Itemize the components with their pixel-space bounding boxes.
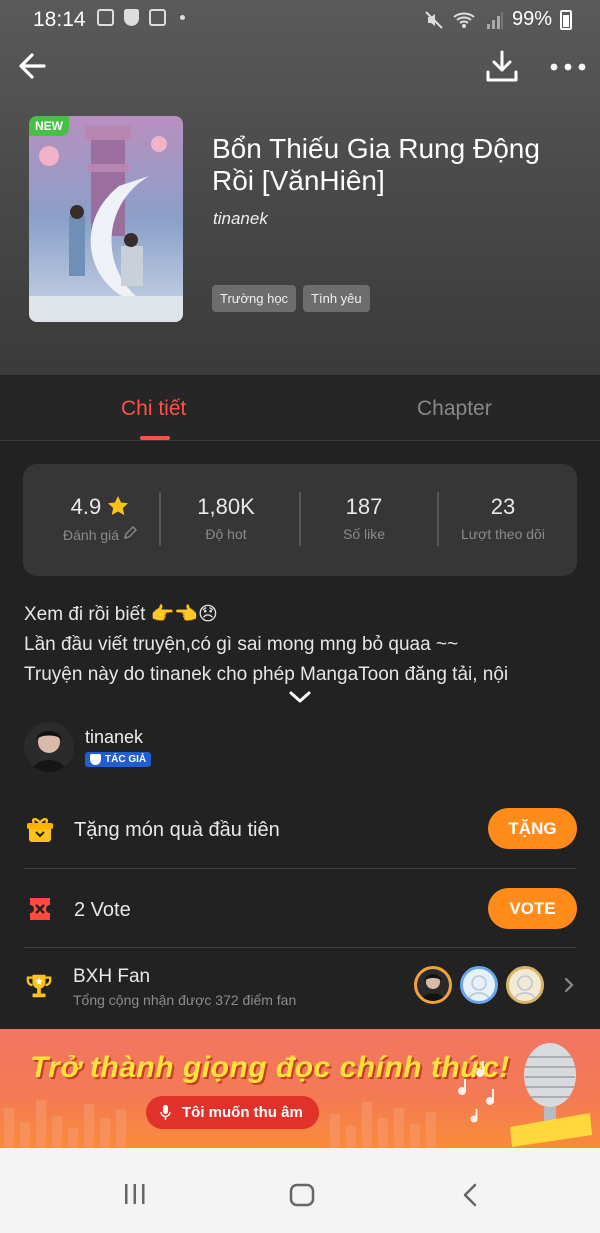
star-icon — [108, 496, 129, 516]
battery-icon — [560, 9, 572, 30]
status-notification-icons — [97, 9, 185, 26]
book-description[interactable]: Xem đi rồi biết 👉👈😞 Lần đầu viết truyện,… — [24, 600, 584, 690]
rating-label: Đánh giá — [63, 527, 120, 543]
signal-icon — [486, 11, 503, 29]
author-role-badge: TÁC GIẢ — [85, 752, 152, 767]
book-title: Bổn Thiếu Gia Rung Động Rồi [VănHiên] — [212, 133, 540, 196]
author-avatar-image — [24, 722, 74, 772]
stat-follows: 23 Lượt theo dõi — [434, 494, 572, 542]
rating-value: 4.9 — [70, 494, 102, 519]
voice-actor-banner[interactable]: Trở thành giọng đọc chính thức! Tôi muốn… — [0, 1029, 600, 1148]
book-header: 18:14 99% NEW Bổn Thiếu Gia Rung Động Rồ… — [0, 0, 600, 375]
follows-value: 23 — [490, 494, 516, 519]
default-avatar-icon — [514, 975, 536, 1000]
app-notification-icon — [149, 9, 166, 26]
tag-school[interactable]: Trường học — [212, 285, 297, 312]
description-line: Xem đi rồi biết 👉👈😞 — [24, 604, 218, 625]
microphone-icon — [160, 1105, 171, 1120]
top-fan-avatar-image — [417, 969, 449, 1001]
avatar[interactable] — [24, 722, 74, 772]
tab-details[interactable]: Chi tiết — [121, 397, 186, 421]
more-options-icon[interactable] — [546, 50, 590, 84]
avatar — [414, 966, 452, 1004]
wifi-icon — [453, 12, 475, 28]
divider — [24, 947, 577, 948]
avatar — [506, 966, 544, 1004]
avatar — [460, 966, 498, 1004]
fan-ranking-row[interactable]: BXH Fan Tổng cộng nhận được 372 điểm fan — [24, 966, 577, 1014]
system-navigation-bar — [0, 1148, 600, 1233]
stat-hot: 1,80K Độ hot — [157, 494, 295, 542]
hot-label: Độ hot — [205, 526, 247, 542]
fan-ranking-title: BXH Fan — [73, 966, 151, 987]
system-back-icon[interactable] — [461, 1182, 479, 1208]
status-bar: 18:14 99% — [0, 0, 600, 38]
ticket-icon — [30, 898, 50, 920]
trophy-icon — [26, 974, 52, 998]
microphone-illustration — [458, 1043, 592, 1147]
more-notifications-dot-icon — [180, 15, 185, 20]
fan-points-subtitle: Tổng cộng nhận được 372 điểm fan — [73, 992, 297, 1008]
stat-rating[interactable]: 4.9 Đánh giá — [31, 494, 169, 543]
author-badge-icon — [90, 754, 101, 765]
cover-artwork — [29, 116, 183, 322]
follows-label: Lượt theo dõi — [461, 526, 545, 542]
back-arrow-icon[interactable] — [14, 46, 54, 86]
home-icon[interactable] — [289, 1182, 315, 1208]
hot-value: 1,80K — [197, 494, 255, 519]
tab-bar: Chi tiết Chapter — [0, 375, 600, 441]
banner-headline: Trở thành giọng đọc chính thức! — [30, 1051, 510, 1084]
vote-button[interactable]: VOTE — [488, 888, 577, 929]
status-time: 18:14 — [33, 8, 86, 31]
author-name: tinanek — [85, 727, 144, 747]
stat-likes: 187 Số like — [295, 494, 433, 542]
likes-label: Số like — [342, 526, 386, 542]
edit-pencil-icon[interactable] — [123, 526, 137, 540]
divider — [24, 868, 577, 869]
tag-romance[interactable]: Tình yêu — [303, 285, 370, 312]
book-cover-image[interactable] — [29, 116, 183, 322]
chevron-down-icon[interactable] — [288, 690, 312, 704]
chevron-right-icon — [564, 977, 574, 993]
gift-icon — [27, 818, 53, 842]
active-tab-indicator — [140, 436, 170, 440]
default-avatar-icon — [468, 975, 490, 1000]
genre-tags: Trường học Tình yêu — [212, 285, 370, 312]
battery-percent: 99% — [511, 8, 552, 30]
likes-value: 187 — [345, 494, 383, 519]
status-system-icons: 99% — [424, 8, 572, 31]
gallery-icon — [97, 9, 114, 26]
gift-row: Tặng món quà đầu tiên TẶNG — [24, 808, 577, 852]
stats-card: 4.9 Đánh giá 1,80K Độ hot 187 Số like 23… — [23, 464, 577, 576]
shield-icon — [124, 9, 139, 26]
description-line: Truyện này do tinanek cho phép MangaToon… — [24, 664, 509, 685]
vote-count-label: 2 Vote — [74, 899, 131, 921]
mute-icon — [425, 10, 443, 29]
record-button[interactable]: Tôi muốn thu âm — [146, 1096, 319, 1129]
recent-apps-icon[interactable] — [122, 1182, 148, 1206]
tab-chapter[interactable]: Chapter — [417, 397, 492, 421]
top-fans — [414, 966, 544, 1004]
gift-label: Tặng món quà đầu tiên — [74, 819, 280, 841]
gift-button[interactable]: TẶNG — [488, 808, 577, 849]
book-author[interactable]: tinanek — [213, 209, 268, 229]
vote-row: 2 Vote VOTE — [24, 887, 577, 931]
download-icon[interactable] — [482, 46, 522, 86]
author-profile-row[interactable]: tinanek TÁC GIẢ — [24, 722, 584, 774]
new-badge: NEW — [29, 116, 69, 136]
description-line: Lần đầu viết truyện,có gì sai mong mng b… — [24, 634, 459, 655]
